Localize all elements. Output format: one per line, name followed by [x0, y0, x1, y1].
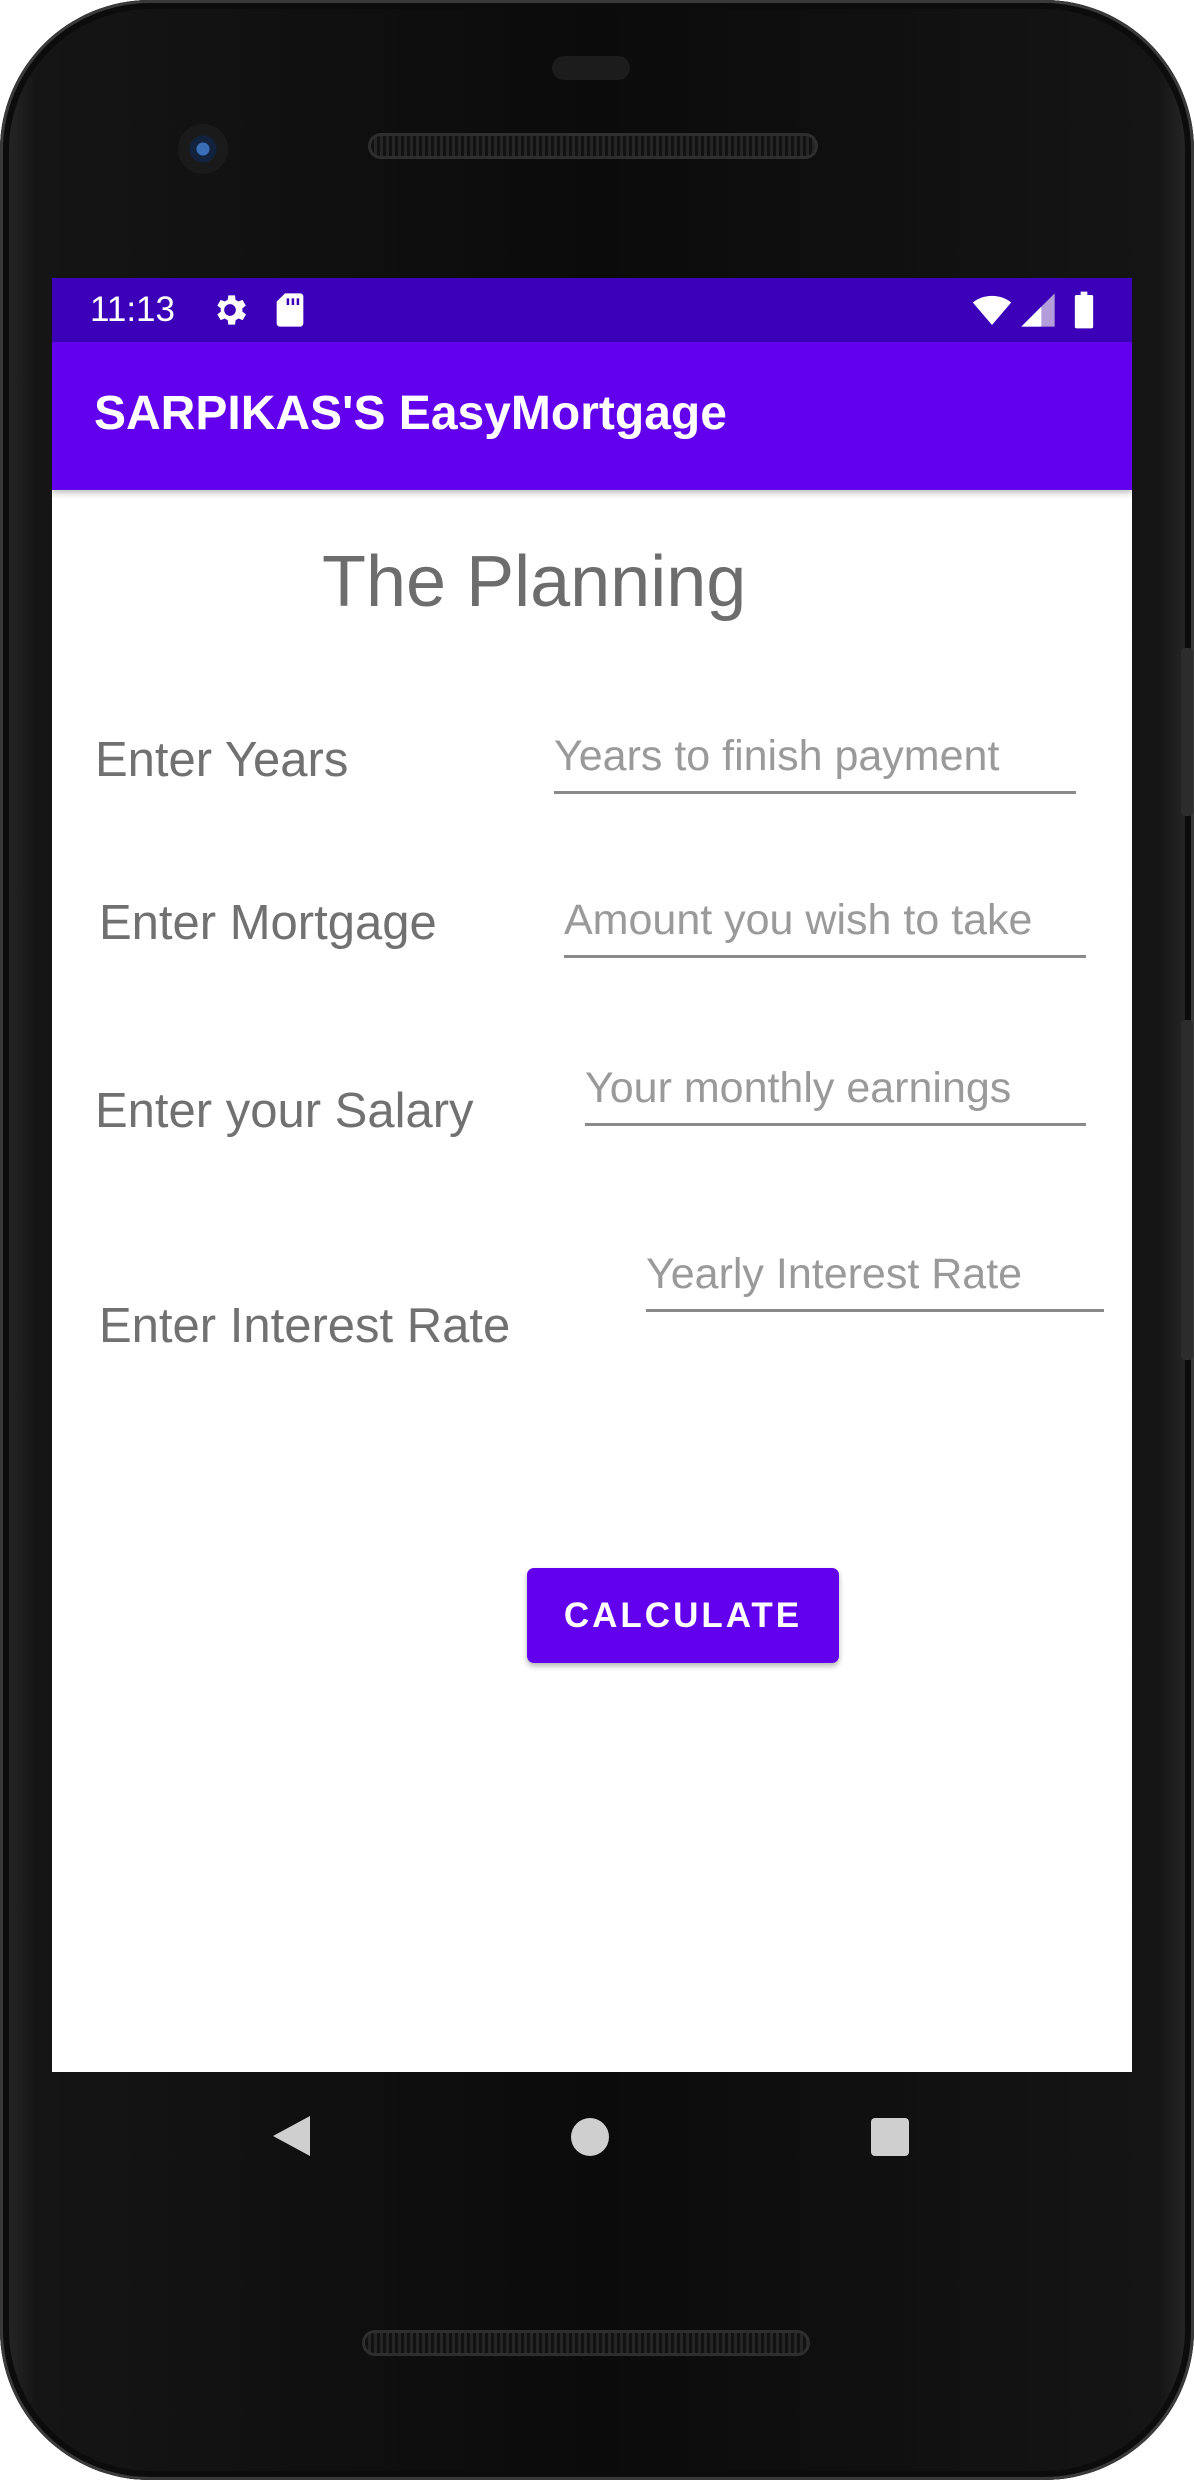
- signal-icon: [1021, 293, 1055, 327]
- salary-label: Enter your Salary: [95, 1084, 474, 1138]
- mortgage-label: Enter Mortgage: [99, 896, 437, 950]
- app-screen: 11:13 SARPIKAS'S EasyMortgage The Planni…: [52, 278, 1132, 2072]
- bottom-speaker-grille: [362, 2330, 810, 2356]
- earpiece-slot: [552, 56, 630, 80]
- top-speaker-grille: [368, 133, 818, 159]
- recents-icon[interactable]: [870, 2117, 910, 2157]
- status-bar: 11:13: [52, 278, 1132, 342]
- sd-card-icon: [276, 293, 304, 327]
- app-title: SARPIKAS'S EasyMortgage: [94, 387, 727, 440]
- volume-rocker: [1181, 1020, 1193, 1360]
- home-icon[interactable]: [570, 2117, 610, 2157]
- wifi-icon: [972, 295, 1012, 325]
- power-button: [1181, 648, 1193, 816]
- calculate-button[interactable]: CALCULATE: [527, 1568, 839, 1663]
- years-input[interactable]: [554, 722, 1076, 794]
- back-icon[interactable]: [270, 2113, 312, 2159]
- page-heading: The Planning: [322, 542, 747, 622]
- status-time: 11:13: [90, 290, 175, 329]
- interest-label: Enter Interest Rate: [99, 1299, 511, 1353]
- battery-icon: [1074, 291, 1094, 329]
- app-bar: SARPIKAS'S EasyMortgage: [52, 342, 1132, 490]
- gear-icon: [217, 295, 246, 325]
- interest-input[interactable]: [646, 1240, 1104, 1312]
- salary-input[interactable]: [585, 1054, 1086, 1126]
- mortgage-input[interactable]: [564, 886, 1086, 958]
- phone-frame: 11:13 SARPIKAS'S EasyMortgage The Planni…: [0, 0, 1194, 2480]
- front-camera: [178, 124, 228, 174]
- years-label: Enter Years: [95, 733, 349, 787]
